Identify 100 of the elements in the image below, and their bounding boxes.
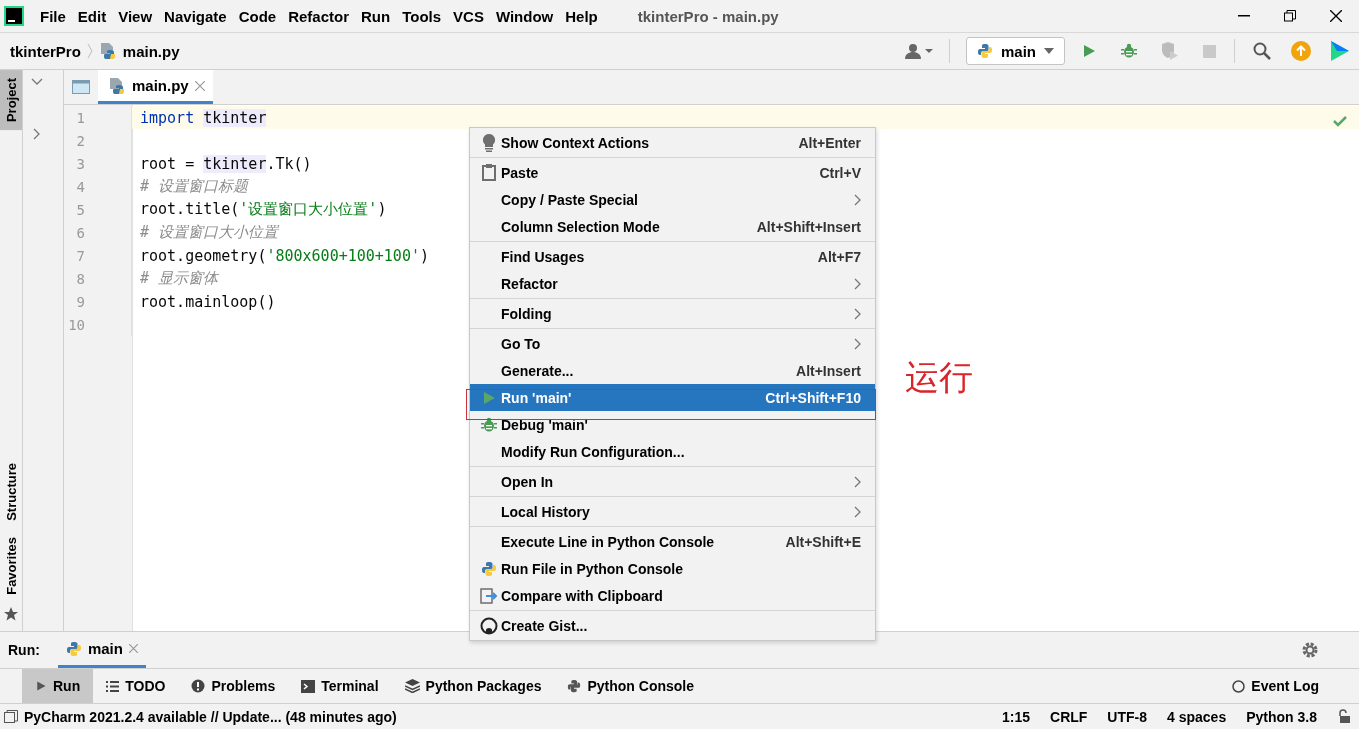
menu-item[interactable]: Refactor bbox=[470, 270, 875, 297]
tool-tab[interactable]: Python Packages bbox=[391, 669, 555, 703]
menu-item[interactable]: Paste Ctrl+V bbox=[470, 159, 875, 186]
code-token: ) bbox=[419, 246, 429, 265]
tool-tab[interactable]: Run bbox=[22, 669, 94, 703]
code-token: tkinter bbox=[203, 108, 267, 127]
status-message[interactable]: PyCharm 2021.2.4 available // Update... (48 minutes ago) bbox=[24, 708, 397, 725]
lock-icon[interactable] bbox=[1337, 709, 1351, 724]
app-logo bbox=[4, 6, 24, 26]
menu-item[interactable]: Tools bbox=[402, 7, 442, 25]
menu-item[interactable]: Edit bbox=[77, 7, 107, 25]
user-icon[interactable] bbox=[905, 43, 933, 59]
menu-item[interactable]: Execute Line in Python Console Alt+Shift+E bbox=[470, 528, 875, 555]
chevron-icon bbox=[86, 43, 93, 59]
code-token: '设置窗口大小位置' bbox=[239, 200, 378, 219]
event-log-tab[interactable]: Event Log bbox=[1219, 669, 1359, 703]
menu-item[interactable]: Open In bbox=[470, 468, 875, 495]
compare-icon bbox=[479, 586, 498, 605]
code-token: root.geometry( bbox=[140, 246, 267, 265]
tool-tab[interactable]: Terminal bbox=[288, 669, 392, 703]
star-icon bbox=[4, 607, 18, 621]
menu-item[interactable]: Run 'main' Ctrl+Shift+F10 bbox=[470, 384, 875, 411]
menu-item[interactable]: Show Context Actions Alt+Enter bbox=[470, 129, 875, 156]
clipboard-icon bbox=[481, 164, 496, 181]
menu-item[interactable]: VCS bbox=[453, 7, 484, 25]
code-token: tkinter bbox=[203, 154, 267, 173]
status-item[interactable]: Python 3.8 bbox=[1246, 708, 1317, 725]
status-item[interactable]: 4 spaces bbox=[1167, 708, 1227, 725]
tool-window-tab[interactable]: Favorites bbox=[0, 529, 22, 603]
status-item[interactable]: CRLF bbox=[1050, 708, 1088, 725]
warning-icon bbox=[191, 679, 206, 693]
menu-item[interactable]: Column Selection Mode Alt+Shift+Insert bbox=[470, 213, 875, 240]
menu-item[interactable]: Window bbox=[495, 7, 554, 25]
settings-icon[interactable] bbox=[1301, 641, 1319, 659]
run-icon bbox=[35, 680, 47, 692]
menu-item[interactable]: Create Gist... bbox=[470, 612, 875, 639]
window-title: tkinterPro - main.py bbox=[637, 7, 780, 25]
panel-toggle-icon[interactable] bbox=[4, 709, 18, 724]
terminal-icon bbox=[301, 679, 316, 693]
menu-item[interactable]: Navigate bbox=[164, 7, 227, 25]
check-icon bbox=[1333, 116, 1347, 127]
python-icon bbox=[567, 679, 582, 693]
restore-icon[interactable] bbox=[1284, 10, 1296, 22]
code-token: '800x600+100+100' bbox=[266, 246, 420, 265]
line-number: 1 bbox=[64, 106, 132, 129]
menu-item[interactable]: Debug 'main' bbox=[470, 411, 875, 438]
code-token: # 设置窗口标题 bbox=[140, 177, 249, 196]
status-item[interactable]: UTF-8 bbox=[1107, 708, 1148, 725]
code-token: root.mainloop() bbox=[140, 292, 276, 311]
code-token: import bbox=[140, 108, 196, 127]
menu-item[interactable]: Help bbox=[565, 7, 598, 25]
breadcrumb[interactable]: main.py bbox=[122, 42, 180, 60]
caret-icon bbox=[1044, 48, 1054, 54]
code-token: root.title( bbox=[140, 200, 240, 219]
python-icon bbox=[480, 560, 497, 577]
tool-window-tab[interactable]: Project bbox=[0, 70, 22, 131]
menu-item[interactable]: Compare with Clipboard bbox=[470, 582, 875, 609]
python-icon bbox=[977, 43, 993, 59]
annotation: 运行 bbox=[905, 356, 973, 399]
menu-item[interactable]: View bbox=[118, 7, 153, 25]
tool-tab[interactable]: Problems bbox=[178, 669, 289, 703]
tool-tab[interactable]: TODO bbox=[93, 669, 179, 703]
minimize-icon[interactable] bbox=[1238, 15, 1250, 17]
python-icon bbox=[65, 640, 82, 657]
editor-tab[interactable]: main.py bbox=[98, 70, 213, 104]
run-panel-label: Run: bbox=[8, 642, 40, 658]
menu-item[interactable]: Folding bbox=[470, 300, 875, 327]
menu-item[interactable]: Local History bbox=[470, 498, 875, 525]
log-icon bbox=[1232, 679, 1246, 693]
menu-item[interactable]: Copy / Paste Special bbox=[470, 186, 875, 213]
search-icon[interactable] bbox=[1253, 42, 1271, 60]
toolbox-logo[interactable] bbox=[1331, 41, 1349, 61]
tool-window-tab[interactable]: Structure bbox=[0, 455, 22, 530]
code-token: # 设置窗口大小位置 bbox=[140, 223, 279, 242]
run-configuration-dropdown[interactable]: main bbox=[966, 37, 1065, 65]
update-icon[interactable] bbox=[1291, 41, 1311, 61]
breadcrumb[interactable]: tkinterPro bbox=[10, 42, 81, 60]
menu-item[interactable]: Modify Run Configuration... bbox=[470, 438, 875, 465]
lightbulb-icon bbox=[482, 133, 495, 152]
bug-icon bbox=[480, 416, 497, 433]
status-item[interactable]: 1:15 bbox=[1002, 708, 1031, 725]
menu-item[interactable]: Run File in Python Console bbox=[470, 555, 875, 582]
menu-item[interactable]: Run bbox=[361, 7, 391, 25]
code-token: # 显示窗体 bbox=[140, 269, 219, 288]
menu-item[interactable]: Go To bbox=[470, 330, 875, 357]
github-icon bbox=[479, 616, 498, 635]
python-file-icon bbox=[108, 76, 126, 95]
menu-item[interactable]: File bbox=[40, 7, 66, 25]
layers-icon bbox=[404, 679, 420, 693]
window-icon[interactable] bbox=[72, 80, 90, 94]
menu-item[interactable]: Generate... Alt+Insert bbox=[470, 357, 875, 384]
menu-item[interactable]: Refactor bbox=[288, 7, 349, 25]
debug-icon bbox=[1121, 43, 1137, 59]
menu-item[interactable]: Code bbox=[238, 7, 277, 25]
code-token: .Tk() bbox=[266, 154, 312, 173]
python-file-icon bbox=[98, 42, 117, 60]
tool-tab[interactable]: Python Console bbox=[554, 669, 708, 703]
close-icon[interactable] bbox=[1330, 10, 1342, 22]
list-icon bbox=[106, 680, 120, 692]
menu-item[interactable]: Find Usages Alt+F7 bbox=[470, 243, 875, 270]
